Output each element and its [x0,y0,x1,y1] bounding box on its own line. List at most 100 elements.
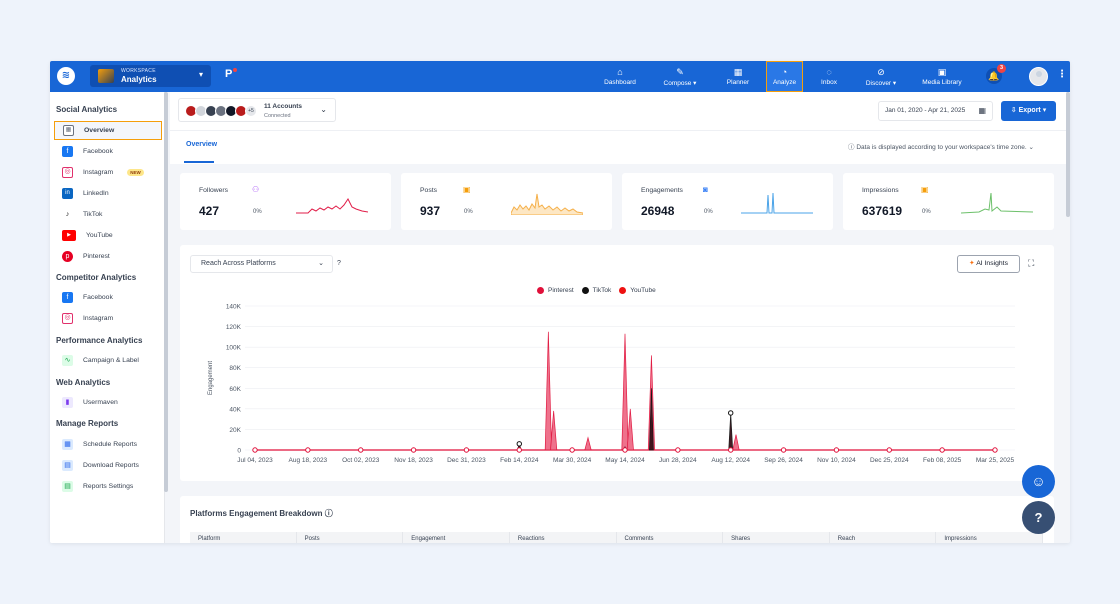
nav-media-library[interactable]: ▣ Media Library [916,61,968,92]
sidebar-item-competitor-facebook[interactable]: f Facebook [54,288,162,307]
section-performance-analytics: Performance Analytics [56,336,143,345]
data-point-pinterest [728,447,734,453]
data-point-pinterest [569,447,575,453]
column-header-comments[interactable]: Comments [617,532,724,543]
x-tick-label: Nov 18, 2023 [394,457,433,464]
stat-value: 427 [199,204,220,218]
header-divider [170,130,1066,131]
data-point-pinterest [992,447,998,453]
chatbot-button[interactable]: ☺ [1022,465,1055,498]
data-point-pinterest [463,447,470,453]
x-tick-label: Sep 26, 2024 [764,457,803,464]
stat-card-followers: Followers ⚇ 427 0% [180,173,391,230]
sidebar-item-youtube[interactable]: ▶ YouTube [54,226,162,245]
section-manage-reports: Manage Reports [56,419,119,428]
y-tick-label: 0 [237,448,241,455]
notification-count-badge: 3 [997,64,1006,73]
workspace-name: Analytics [121,75,157,84]
column-header-reactions[interactable]: Reactions [510,532,617,543]
calendar-icon: ▦ [62,439,73,450]
data-point-pinterest [622,447,628,453]
stat-label: Engagements [641,187,683,194]
column-header-platform[interactable]: Platform [190,532,297,543]
section-web-analytics: Web Analytics [56,378,111,387]
timezone-note[interactable]: ⓘ Data is displayed according to your wo… [848,141,1034,151]
data-peak-pinterest [544,331,552,451]
x-tick-label: Nov 10, 2024 [817,457,856,464]
main-scrollbar[interactable] [1066,92,1070,217]
sidebar-item-usermaven[interactable]: ▮ Usermaven [54,393,162,412]
nav-inbox[interactable]: ◌ Inbox [812,61,846,92]
nav-analyze[interactable]: ◔ Analyze [766,61,803,92]
stat-change: 0% [704,209,713,215]
nav-compose[interactable]: ✎ Compose ▾ [655,61,705,92]
instagram-icon: ◎ [62,167,73,178]
fullscreen-icon[interactable]: ⛶ [1028,258,1034,269]
x-tick-label: Feb 14, 2024 [500,457,539,464]
youtube-icon: ▶ [62,230,76,241]
data-point-pinterest [939,447,945,453]
column-header-impressions[interactable]: Impressions [936,532,1043,543]
sidebar-item-reports-settings[interactable]: ▤ Reports Settings [54,477,162,496]
help-button[interactable]: ? [1022,501,1055,534]
sidebar-item-campaign-label[interactable]: ∿ Campaign & Label [54,351,162,370]
column-header-reach[interactable]: Reach [830,532,937,543]
sidebar-item-download-reports[interactable]: ▤ Download Reports [54,456,162,475]
download-icon: ▤ [62,460,73,471]
nav-dashboard[interactable]: ⌂ Dashboard [598,61,642,92]
y-tick-label: 40K [229,406,241,413]
more-vertical-icon[interactable]: ⋮ [1057,69,1067,80]
section-competitor-analytics: Competitor Analytics [56,273,137,282]
sidebar-item-schedule-reports[interactable]: ▦ Schedule Reports [54,435,162,454]
tab-overview[interactable]: Overview [186,141,217,148]
brand-p-icon[interactable]: P [225,68,237,80]
bell-icon: 🔔 [988,71,1000,81]
sidebar-item-facebook[interactable]: f Facebook [54,142,162,161]
sidebar-item-pinterest[interactable]: p Pinterest [54,247,162,266]
column-header-shares[interactable]: Shares [723,532,830,543]
nav-planner[interactable]: ▦ Planner [718,61,758,92]
sidebar-item-linkedin[interactable]: in LinkedIn [54,184,162,203]
nav-discover[interactable]: ⊘ Discover ▾ [856,61,906,92]
notifications-button[interactable]: 🔔 3 [986,64,1006,84]
data-peak-pinterest [732,434,740,451]
data-point-pinterest [780,447,787,453]
settings-icon: ▤ [62,481,73,492]
data-peak-pinterest [584,436,592,451]
sidebar-scrollbar[interactable] [164,92,168,492]
data-peak-pinterest [621,333,629,451]
chat-icon: ◌ [826,67,832,77]
accounts-status: Connected [264,113,291,119]
help-icon[interactable]: ⓘ [325,509,333,518]
facebook-icon: f [62,146,73,157]
sparkline-posts [511,193,583,215]
x-tick-label: Feb 08, 2025 [923,457,962,464]
x-tick-label: Jul 04, 2023 [237,457,273,464]
app-window: ≋ WORKSPACE Analytics ▾ P ⌂ Dashboard ✎ Co… [50,61,1070,543]
ai-insights-button[interactable]: ✦ AI Insights [957,255,1020,273]
sidebar-item-instagram[interactable]: ◎ Instagram NEW [54,163,162,182]
new-badge: NEW [127,169,144,176]
x-tick-label: Mar 30, 2024 [553,457,592,464]
x-tick-label: Aug 12, 2024 [711,457,750,464]
data-point-pinterest [305,447,311,453]
y-tick-label: 120K [226,324,242,331]
sidebar-item-tiktok[interactable]: ♪ TikTok [54,205,162,224]
workspace-switcher[interactable]: WORKSPACE Analytics ▾ [90,65,211,87]
user-avatar[interactable] [1029,67,1048,86]
sidebar-item-competitor-instagram[interactable]: ◎ Instagram [54,309,162,328]
help-icon[interactable]: ? [337,260,341,267]
export-button[interactable]: ⇩ Export ▾ [1001,101,1056,121]
chart-metric-select[interactable]: Reach Across Platforms ⌄ [190,255,333,273]
chevron-down-icon: ⌄ [320,105,327,114]
grid-icon: ▦ [63,125,74,136]
accounts-selector[interactable]: +5 11 Accounts Connected ⌄ [178,98,336,122]
column-header-posts[interactable]: Posts [297,532,404,543]
chart-line-icon: ∿ [62,355,73,366]
stat-label: Posts [420,187,437,194]
date-range-picker[interactable]: Jan 01, 2020 - Apr 21, 2025 ▦ [878,101,993,121]
column-header-engagement[interactable]: Engagement [403,532,510,543]
app-logo[interactable]: ≋ [57,67,75,85]
y-tick-label: 80K [229,365,241,372]
sidebar-item-overview[interactable]: ▦ Overview [54,121,162,140]
